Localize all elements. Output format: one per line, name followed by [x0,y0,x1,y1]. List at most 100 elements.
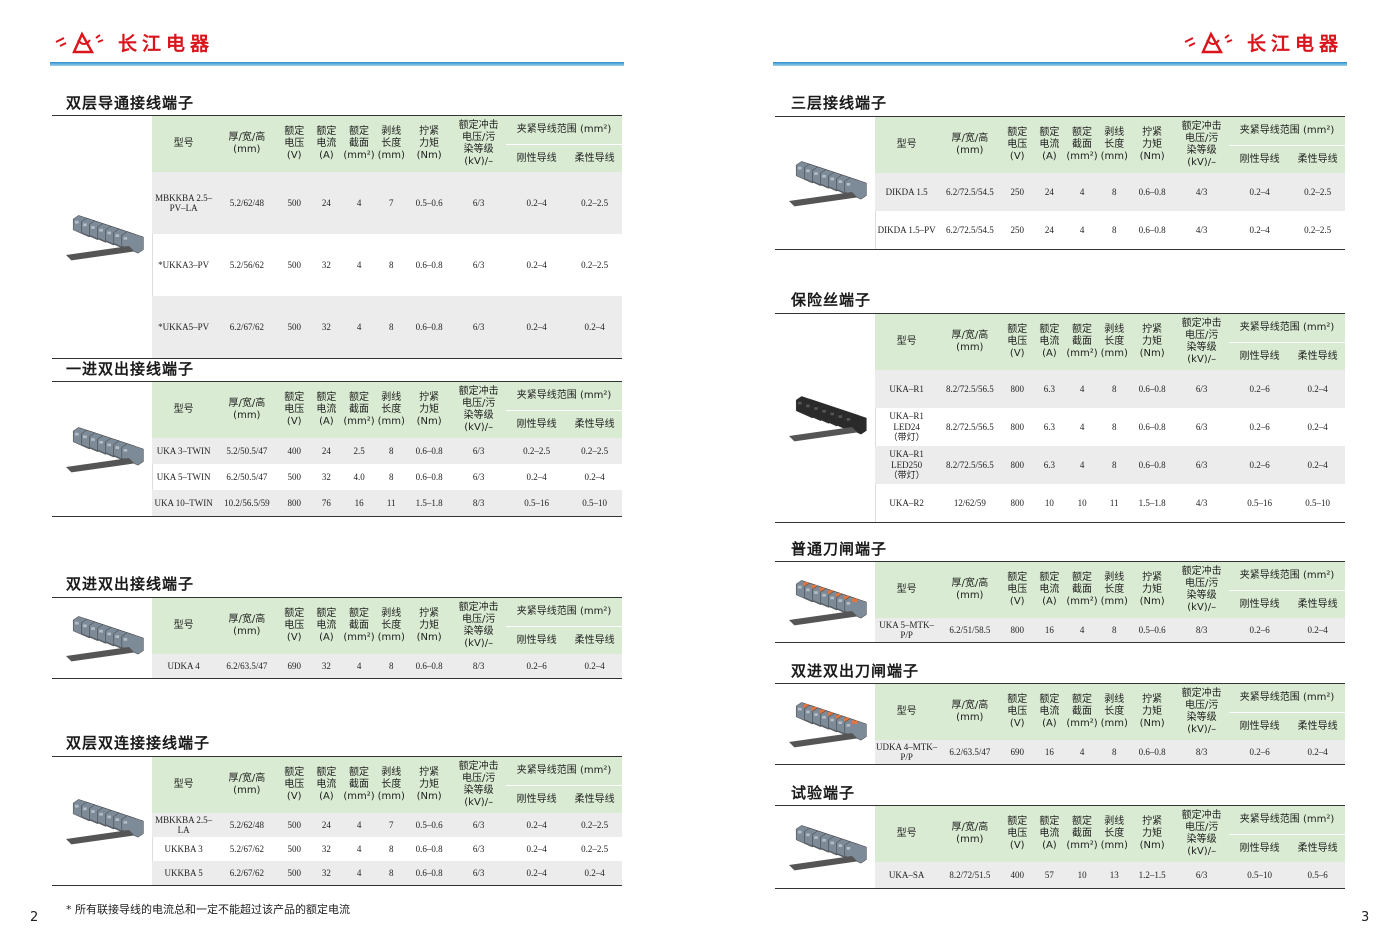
value-cell: 800 [1010,497,1025,508]
value-cell: 8/3 [1195,624,1208,635]
value-cell: 0.6–0.8 [415,867,443,878]
value-cell: 0.5–16 [1247,497,1272,508]
header-torque: 拧紧 力矩 (Nm) [416,767,442,802]
model-cell: MBKKBA 2.5–LA [155,814,213,835]
header-clamp: 夹紧导线范围 (mm²) [516,765,612,776]
value-cell: 0.2–4 [526,843,547,854]
value-cell: 32 [321,471,331,482]
value-cell: 690 [1010,746,1025,757]
value-cell: 0.6–0.8 [415,445,443,456]
value-cell: 5.2/62/48 [229,819,264,830]
header-impulse: 额定冲击 电压/污 染等级 (kV)/– [1181,318,1222,365]
table-header: 型号 厚/宽/高 (mm) 额定 电压 (V) 额定 电流 (A) 额定 截面 (mm²… [875,684,1345,740]
value-cell: 0.6–0.8 [1138,746,1166,757]
value-cell: 4 [356,259,362,270]
brand-name: 长江电器 [118,32,215,55]
model-cell: UKA–R1 [889,383,924,394]
value-cell: 5.2/67/62 [229,843,264,854]
value-cell: 0.2–2.5 [1304,186,1332,197]
value-cell: 0.2–6 [1249,421,1270,432]
header-current: 额定 电流 (A) [1039,816,1060,851]
value-cell: 250 [1010,186,1025,197]
value-cell: 16 [1044,624,1054,635]
section-title: 保险丝端子 [791,291,872,309]
header-voltage: 额定 电压 (V) [1007,324,1028,359]
table-row: UKA–R1 LED250 （带灯） 8.2/72.5/56.5 800 6.3 4 8 0… [875,446,1345,484]
section-title: 一进双出接线端子 [66,360,195,378]
value-cell: 690 [287,660,302,671]
header-impulse: 额定冲击 电压/污 染等级 (kV)/– [1181,688,1222,735]
header-current: 额定 电流 (A) [316,392,337,427]
table-row: UKA 5–TWIN 6.2/50.5/47 500 32 4.0 8 0.6–0.8 6/3… [152,464,622,490]
value-cell: 0.5–0.6 [415,197,443,208]
header-strip: 剥线 长度 (mm) [1100,324,1128,359]
value-cell: 16 [1044,746,1054,757]
section-title: 普通刀闸端子 [791,540,888,558]
header-voltage: 额定 电压 (V) [284,392,305,427]
value-cell: 6/3 [1195,383,1208,394]
spec-table: 型号 厚/宽/高 (mm) 额定 电压 (V) 额定 电流 (A) 额定 截面 (mm²… [775,683,1345,765]
model-cell: UKA–R1 LED250 （带灯） [888,449,925,481]
value-cell: 0.6–0.8 [415,321,443,332]
header-strip: 剥线 长度 (mm) [377,767,405,802]
spec-table: 型号 厚/宽/高 (mm) 额定 电压 (V) 额定 电流 (A) 额定 截面 (mm²… [775,805,1345,889]
header-clamp: 夹紧导线范围 (mm²) [1239,692,1335,703]
table-header: 型号 厚/宽/高 (mm) 额定 电压 (V) 额定 电流 (A) 额定 截面 (mm²… [875,562,1345,618]
header-flex: 柔性导线 [567,410,622,439]
value-cell: 6.3 [1043,421,1056,432]
page-number-right: 3 [1361,910,1370,925]
spec-table: 型号 厚/宽/高 (mm) 额定 电压 (V) 额定 电流 (A) 额定 截面 (mm²… [52,756,622,886]
model-cell: UKKBA 3 [164,843,203,854]
header-model: 型号 [173,779,194,790]
model-cell: UDKA 4 [167,660,200,671]
value-cell: 13 [1109,869,1119,880]
model-cell: UDKA 4–MTK–P/P [875,741,938,762]
value-cell: 8/3 [472,497,485,508]
value-cell: 8 [1111,186,1117,197]
header-dims: 厚/宽/高 (mm) [228,773,266,796]
table-row: UKA–R1 8.2/72.5/56.5 800 6.3 4 8 0.6–0.8 6/3 0.2… [875,370,1345,408]
table-row: MBKKBA 2.5–PV–LA 5.2/62/48 500 24 4 7 0.5–0.6 6… [152,172,622,234]
value-cell: 400 [1010,869,1025,880]
table-header: 型号 厚/宽/高 (mm) 额定 电压 (V) 额定 电流 (A) 额定 截面 (mm²… [152,116,622,172]
value-cell: 10 [1077,869,1087,880]
header-rigid: 刚性导线 [1229,342,1291,371]
value-cell: 500 [287,321,302,332]
terminal-block-image [789,825,867,871]
value-cell: 4/3 [1195,186,1208,197]
brand-logo-right: 长江电器 [1181,28,1343,56]
header-impulse: 额定冲击 电压/污 染等级 (kV)/– [1181,121,1222,168]
value-cell: 24 [321,197,331,208]
value-cell: 6.2/63.5/47 [949,746,991,757]
value-cell: 400 [287,445,302,456]
header-model: 型号 [896,584,917,595]
header-strip: 剥线 长度 (mm) [377,392,405,427]
spec-table: 型号 厚/宽/高 (mm) 额定 电压 (V) 额定 电流 (A) 额定 截面 (mm²… [52,115,622,359]
value-cell: 0.2–2.5 [581,819,609,830]
header-model: 型号 [173,138,194,149]
spec-table: 型号 厚/宽/高 (mm) 额定 电压 (V) 额定 电流 (A) 额定 截面 (mm²… [775,313,1345,523]
value-cell: 8.2/72.5/56.5 [945,383,994,394]
value-cell: 10 [1044,497,1054,508]
value-cell: 8 [1111,383,1117,394]
header-dims: 厚/宽/高 (mm) [951,578,989,601]
value-cell: 4 [1079,383,1085,394]
value-cell: 0.2–4 [584,471,605,482]
value-cell: 6/3 [1195,869,1208,880]
value-cell: 8 [388,660,394,671]
value-cell: 8 [388,471,394,482]
value-cell: 4/3 [1195,224,1208,235]
value-cell: 0.2–4 [526,197,547,208]
header-rigid: 刚性导线 [1229,145,1291,174]
table-row: *UKKA5–PV 6.2/67/62 500 32 4 8 0.6–0.8 6/3 0.2–4… [152,296,622,358]
page-left: 长江电器 双层导通接线端子 型号 厚/宽/高 (mm) 额定 电压 (V) 额定 电流 … [0,0,680,929]
product-image [52,382,153,516]
header-flex: 柔性导线 [1290,590,1345,619]
model-cell: UKA 10–TWIN [154,497,213,508]
value-cell: 0.5–10 [1305,497,1330,508]
value-cell: 0.2–4 [1249,186,1270,197]
header-rigid: 刚性导线 [506,626,568,655]
table-row: UDKA 4 6.2/63.5/47 690 32 4 8 0.6–0.8 8/3 0.2–6 0… [152,654,622,678]
terminal-block-image [66,427,144,473]
header-clamp: 夹紧导线范围 (mm²) [516,390,612,401]
